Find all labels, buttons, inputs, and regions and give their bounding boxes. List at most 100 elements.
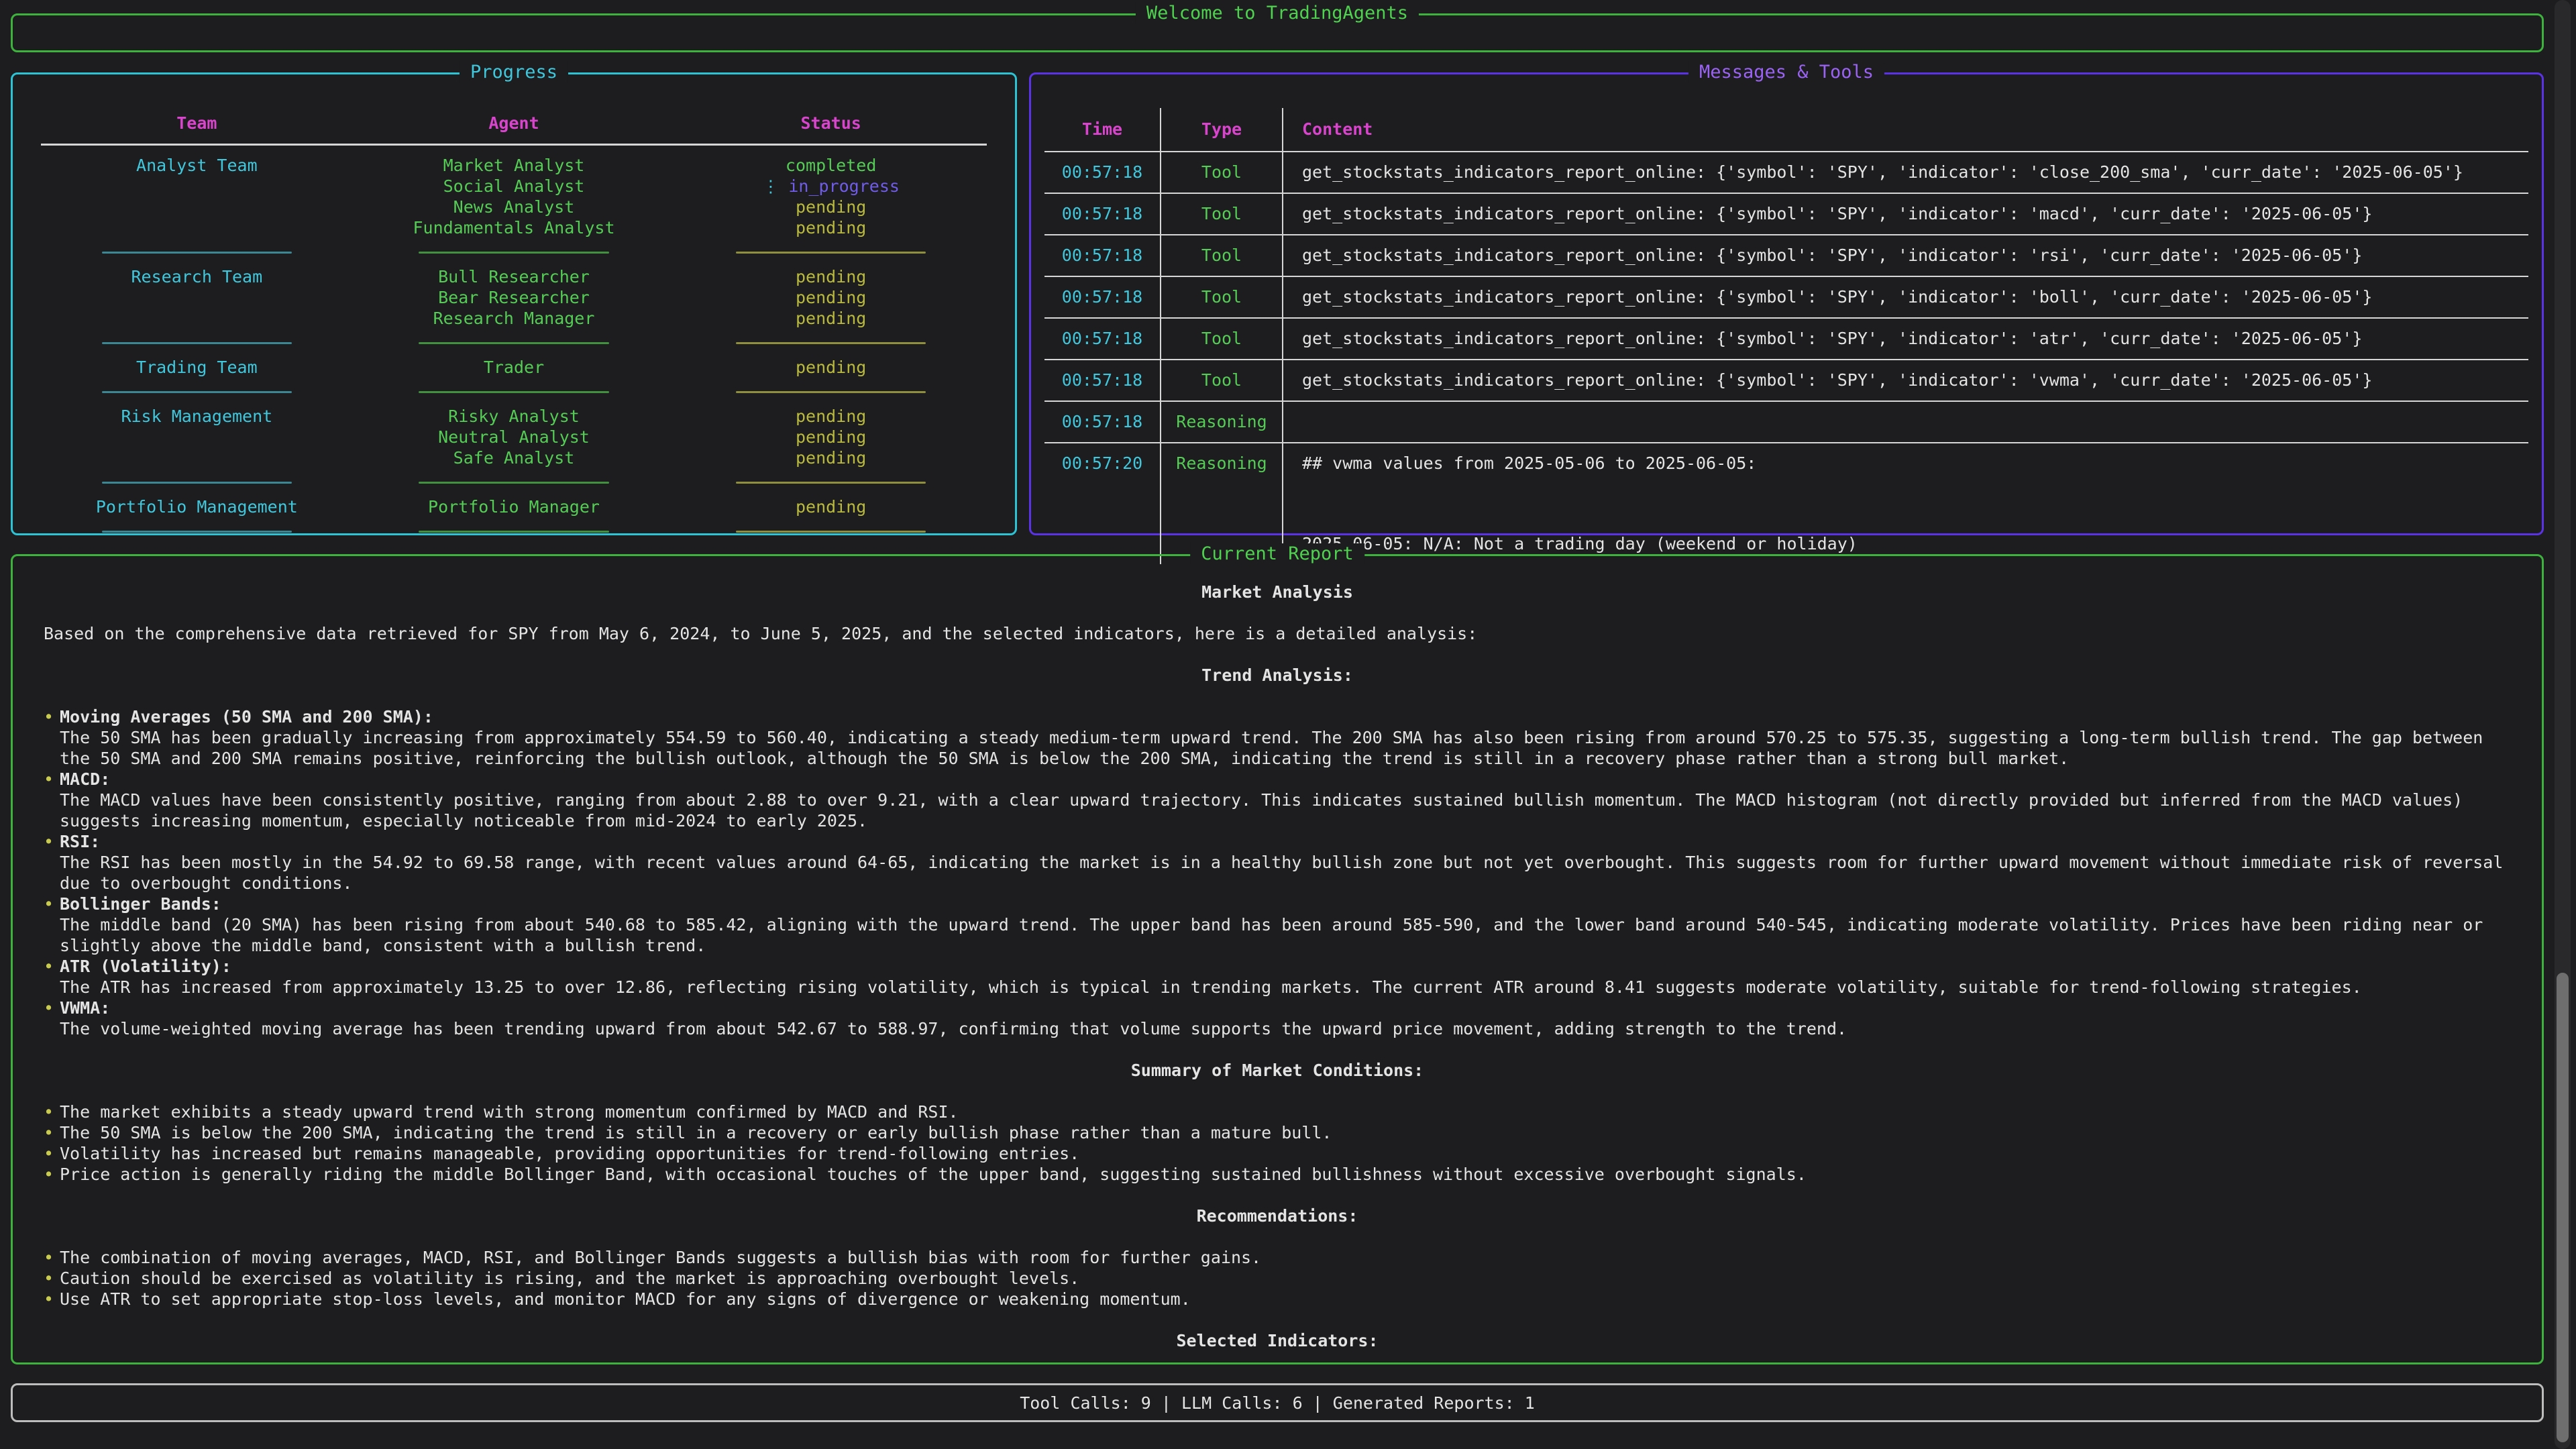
- message-content: get_stockstats_indicators_report_online:…: [1282, 152, 2528, 194]
- bullet-text: Price action is generally riding the mid…: [60, 1164, 2511, 1185]
- messages-col-content: Content: [1282, 108, 2528, 152]
- bullet-icon: •: [44, 1247, 60, 1268]
- progress-row: News Analystpending: [38, 197, 989, 217]
- message-time: 00:57:18: [1044, 402, 1160, 443]
- message-type: Reasoning: [1160, 402, 1282, 443]
- bullet-label: Bollinger Bands:: [60, 894, 2511, 914]
- team-name: Portfolio Management: [38, 496, 356, 517]
- progress-table-body: Analyst TeamMarket AnalystcompletedSocia…: [38, 155, 989, 545]
- team-name: Trading Team: [38, 357, 356, 378]
- bullet-label: RSI:: [60, 831, 2511, 852]
- progress-panel-title: Progress: [460, 62, 568, 83]
- bullet-text: The volume-weighted moving average has b…: [60, 1018, 2511, 1039]
- progress-table: Team Agent Status Analyst TeamMarket Ana…: [38, 113, 989, 545]
- message-time: 00:57:18: [1044, 360, 1160, 402]
- bullet-label: MACD:: [60, 769, 2511, 790]
- report-bullet: •The 50 SMA is below the 200 SMA, indica…: [44, 1122, 2511, 1143]
- welcome-panel: Welcome to TradingAgents: [11, 13, 2544, 52]
- status-badge: pending: [672, 447, 989, 468]
- spinner-icon: ⋮: [762, 176, 779, 196]
- report-bullet: •Price action is generally riding the mi…: [44, 1164, 2511, 1185]
- message-type: Tool: [1160, 360, 1282, 402]
- welcome-title: Welcome to TradingAgents: [1136, 3, 1419, 23]
- agent-name: Portfolio Manager: [356, 496, 673, 517]
- tradingagents-app: Welcome to TradingAgents Progress Team A…: [0, 0, 2576, 1449]
- report-intro: Based on the comprehensive data retrieve…: [44, 623, 2511, 644]
- agent-name: Social Analyst: [356, 176, 673, 197]
- message-type: Tool: [1160, 319, 1282, 360]
- messages-panel-title: Messages & Tools: [1688, 62, 1884, 83]
- team-name: Risk Management: [38, 406, 356, 427]
- agent-name: Trader: [356, 357, 673, 378]
- bullet-body: ATR (Volatility):The ATR has increased f…: [60, 956, 2511, 998]
- agent-name: Safe Analyst: [356, 447, 673, 468]
- bullet-text: The combination of moving averages, MACD…: [60, 1247, 2511, 1268]
- status-badge: pending: [672, 406, 989, 427]
- status-badge: pending: [672, 496, 989, 517]
- bullet-text: The middle band (20 SMA) has been rising…: [60, 914, 2511, 956]
- bullet-icon: •: [44, 1268, 60, 1289]
- progress-row: Analyst TeamMarket Analystcompleted: [38, 155, 989, 176]
- message-content-lines: [1302, 402, 1312, 442]
- message-content: get_stockstats_indicators_report_online:…: [1282, 319, 2528, 360]
- team-name: [38, 447, 356, 468]
- team-name: [38, 427, 356, 447]
- bullet-icon: •: [44, 831, 60, 894]
- bullet-icon: •: [44, 1164, 60, 1185]
- progress-header: Team Agent Status: [38, 113, 989, 133]
- bullet-body: Volatility has increased but remains man…: [60, 1143, 2511, 1164]
- message-content-line: [1302, 484, 1858, 524]
- team-name: Research Team: [38, 266, 356, 287]
- bullet-text: The ATR has increased from approximately…: [60, 977, 2511, 998]
- status-badge: pending: [672, 197, 989, 217]
- message-time: 00:57:18: [1044, 235, 1160, 277]
- message-time: 00:57:18: [1044, 319, 1160, 360]
- team-name: [38, 197, 356, 217]
- bullet-text: The market exhibits a steady upward tren…: [60, 1102, 2511, 1122]
- agent-name: Neutral Analyst: [356, 427, 673, 447]
- message-content: get_stockstats_indicators_report_online:…: [1282, 360, 2528, 402]
- message-content: [1282, 402, 2528, 443]
- report-panel-title: Current Report: [1190, 543, 1364, 564]
- bullet-body: Use ATR to set appropriate stop-loss lev…: [60, 1289, 2511, 1309]
- report-bullet: •Bollinger Bands:The middle band (20 SMA…: [44, 894, 2511, 956]
- progress-header-separator: [41, 144, 987, 146]
- message-content-line: [1302, 402, 1312, 442]
- team-name: [38, 176, 356, 197]
- message-content: get_stockstats_indicators_report_online:…: [1282, 194, 2528, 235]
- message-content-lines: get_stockstats_indicators_report_online:…: [1302, 152, 2463, 193]
- report-bullet-list: •The combination of moving averages, MAC…: [44, 1247, 2511, 1309]
- progress-row: Bear Researcherpending: [38, 287, 989, 308]
- bullet-icon: •: [44, 1143, 60, 1164]
- message-content: get_stockstats_indicators_report_online:…: [1282, 235, 2528, 277]
- bullet-body: The market exhibits a steady upward tren…: [60, 1102, 2511, 1122]
- bullet-body: VWMA:The volume-weighted moving average …: [60, 998, 2511, 1039]
- bullet-icon: •: [44, 998, 60, 1039]
- report-section-heading: Selected Indicators:: [44, 1330, 2511, 1351]
- message-content-lines: get_stockstats_indicators_report_online:…: [1302, 194, 2372, 234]
- agent-name: Risky Analyst: [356, 406, 673, 427]
- team-name: [38, 287, 356, 308]
- status-badge: pending: [672, 427, 989, 447]
- scrollbar-thumb[interactable]: [2557, 973, 2569, 1442]
- progress-row: Risk ManagementRisky Analystpending: [38, 406, 989, 427]
- message-content-line: get_stockstats_indicators_report_online:…: [1302, 277, 2372, 317]
- bullet-text: Use ATR to set appropriate stop-loss lev…: [60, 1289, 2511, 1309]
- report-bullet: •Use ATR to set appropriate stop-loss le…: [44, 1289, 2511, 1309]
- progress-col-status: Status: [672, 113, 989, 133]
- status-badge: pending: [672, 266, 989, 287]
- message-content-lines: get_stockstats_indicators_report_online:…: [1302, 319, 2362, 359]
- report-bullet: •ATR (Volatility):The ATR has increased …: [44, 956, 2511, 998]
- message-type: Tool: [1160, 277, 1282, 319]
- bullet-icon: •: [44, 894, 60, 956]
- bullet-body: Price action is generally riding the mid…: [60, 1164, 2511, 1185]
- bullet-icon: •: [44, 1289, 60, 1309]
- scrollbar-track[interactable]: [2555, 0, 2571, 1449]
- message-content: get_stockstats_indicators_report_online:…: [1282, 277, 2528, 319]
- bullet-body: RSI:The RSI has been mostly in the 54.92…: [60, 831, 2511, 894]
- status-badge: ⋮in_progress: [672, 176, 989, 197]
- status-badge: completed: [672, 155, 989, 176]
- bullet-text: The 50 SMA has been gradually increasing…: [60, 727, 2511, 769]
- team-name: Analyst Team: [38, 155, 356, 176]
- message-content-line: get_stockstats_indicators_report_online:…: [1302, 194, 2372, 234]
